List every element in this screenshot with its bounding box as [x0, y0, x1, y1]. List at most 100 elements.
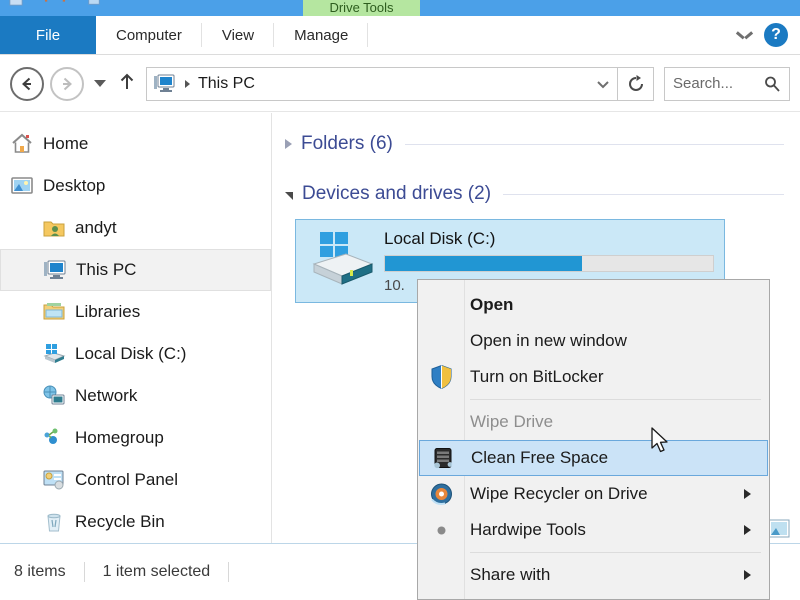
- sidebar-item-label: Recycle Bin: [75, 512, 165, 531]
- user-folder-icon: [43, 221, 65, 237]
- sidebar-item-label: Homegroup: [75, 428, 164, 447]
- help-icon[interactable]: ?: [764, 23, 788, 47]
- submenu-arrow-icon: [744, 570, 751, 580]
- recycler-icon: [431, 483, 452, 505]
- tab-file[interactable]: File: [0, 16, 96, 54]
- group-header-label: Devices and drives (2): [302, 183, 492, 204]
- sidebar-item-recycle-bin[interactable]: Recycle Bin: [0, 501, 271, 543]
- back-arrow-icon[interactable]: [10, 66, 44, 101]
- menu-separator: [470, 552, 761, 553]
- this-pc-icon: [44, 260, 66, 279]
- search-placeholder: Search...: [673, 75, 734, 92]
- refresh-icon[interactable]: [618, 66, 654, 101]
- sidebar-item-local-disk[interactable]: Local Disk (C:): [0, 333, 271, 375]
- chevron-right-icon[interactable]: [285, 139, 292, 149]
- local-disk-icon: [43, 344, 66, 363]
- menu-item-restore-previous-versions[interactable]: Restore previous versions: [418, 593, 769, 599]
- selection-label: 1 item selected: [102, 563, 211, 580]
- menu-item-label: Open: [470, 295, 514, 314]
- menu-item-wipe-recycler-on-drive[interactable]: Wipe Recycler on Drive: [418, 476, 769, 512]
- tab-view-label: View: [221, 26, 255, 44]
- sidebar-item-control-panel[interactable]: Control Panel: [0, 459, 271, 501]
- network-icon: [43, 385, 65, 405]
- large-icons-view-icon[interactable]: [768, 519, 790, 539]
- quick-access-toolbar[interactable]: [8, 0, 102, 6]
- group-header-folders[interactable]: Folders (6): [285, 127, 800, 161]
- divider: [404, 143, 784, 145]
- properties-icon[interactable]: [86, 0, 102, 6]
- divider: [503, 193, 784, 195]
- tab-manage[interactable]: Manage: [274, 16, 369, 54]
- submenu-arrow-icon: [744, 489, 751, 499]
- drive-capacity-fill: [385, 255, 582, 271]
- sidebar-item-label: This PC: [76, 260, 137, 279]
- drive-tools-contextual-tab[interactable]: Drive Tools: [303, 0, 420, 16]
- sidebar-item-label: Network: [75, 386, 138, 405]
- tab-view[interactable]: View: [202, 16, 275, 54]
- breadcrumb[interactable]: This PC: [198, 75, 255, 93]
- menu-separator: [470, 399, 761, 400]
- this-pc-icon: [154, 74, 175, 92]
- menu-item-turn-on-bitlocker[interactable]: Turn on BitLocker: [418, 359, 769, 395]
- menu-item-clean-free-space[interactable]: Clean Free Space: [419, 440, 768, 476]
- sidebar-item-label: andyt: [75, 218, 117, 237]
- desktop-icon: [11, 177, 33, 194]
- tab-computer-label: Computer: [116, 26, 182, 44]
- menu-item-open[interactable]: Open: [418, 287, 769, 323]
- menu-item-hardwipe-tools[interactable]: Hardwipe Tools: [418, 512, 769, 548]
- sidebar-item-label: Local Disk (C:): [75, 344, 187, 363]
- sidebar-item-this-pc[interactable]: This PC: [0, 249, 271, 291]
- tab-file-label: File: [35, 26, 61, 44]
- menu-item-label: Turn on BitLocker: [470, 367, 604, 386]
- sidebar-item-label: Libraries: [75, 302, 141, 321]
- recycle-bin-icon: [47, 513, 61, 532]
- item-count-label: 8 items: [14, 563, 66, 580]
- sidebar-item-label: Control Panel: [75, 470, 179, 489]
- undo-icon[interactable]: [34, 0, 50, 6]
- sidebar-item-network[interactable]: Network: [0, 375, 271, 417]
- up-arrow-icon[interactable]: [118, 72, 136, 96]
- path-breadcrumb-box[interactable]: This PC: [146, 66, 618, 101]
- bitlocker-icon: [431, 364, 452, 390]
- title-bar: Drive Tools: [0, 0, 800, 16]
- mouse-pointer-icon: [651, 427, 668, 453]
- magnifier-icon[interactable]: [763, 75, 781, 93]
- forward-arrow-icon[interactable]: [50, 66, 84, 101]
- hard-drive-icon: [312, 232, 374, 285]
- navigation-pane: Home Desktop andyt This PC Libraries Loc…: [0, 113, 272, 543]
- divider: [83, 562, 85, 582]
- submenu-arrow-icon: [744, 525, 751, 535]
- group-header-label: Folders (6): [301, 133, 393, 154]
- drive-tools-label: Drive Tools: [329, 0, 394, 15]
- sidebar-item-label: Home: [43, 134, 89, 153]
- sidebar-item-desktop[interactable]: Desktop: [0, 165, 271, 207]
- chevron-down-icon[interactable]: [737, 31, 752, 40]
- menu-item-label: Open in new window: [470, 331, 627, 350]
- menu-item-share-with[interactable]: Share with: [418, 557, 769, 593]
- sidebar-item-homegroup[interactable]: Homegroup: [0, 417, 271, 459]
- menu-item-label: Share with: [470, 565, 551, 584]
- chevron-down-icon[interactable]: [595, 79, 611, 89]
- menu-item-label: Wipe Drive: [470, 412, 554, 431]
- history-dropdown-icon[interactable]: [94, 80, 106, 87]
- menu-item-open-in-new-window[interactable]: Open in new window: [418, 323, 769, 359]
- tab-computer[interactable]: Computer: [96, 16, 202, 54]
- sidebar-item-label: Desktop: [43, 176, 106, 195]
- save-icon[interactable]: [8, 0, 24, 6]
- home-icon: [12, 133, 32, 153]
- search-input[interactable]: Search...: [664, 66, 790, 101]
- libraries-icon: [43, 303, 65, 320]
- menu-item-wipe-drive: Wipe Drive: [418, 404, 769, 440]
- control-panel-icon: [43, 470, 64, 490]
- chevron-down-icon[interactable]: [285, 192, 293, 200]
- context-menu[interactable]: Open Open in new window Turn on BitLocke…: [417, 279, 770, 600]
- sidebar-item-libraries[interactable]: Libraries: [0, 291, 271, 333]
- tab-manage-label: Manage: [294, 26, 349, 44]
- sidebar-item-home[interactable]: Home: [0, 123, 271, 165]
- redo-icon[interactable]: [60, 0, 76, 6]
- group-header-devices-and-drives[interactable]: Devices and drives (2): [285, 177, 800, 211]
- homegroup-icon: [44, 428, 58, 444]
- menu-item-label: Wipe Recycler on Drive: [470, 484, 648, 503]
- ribbon-controls: ?: [737, 16, 800, 54]
- sidebar-item-andyt[interactable]: andyt: [0, 207, 271, 249]
